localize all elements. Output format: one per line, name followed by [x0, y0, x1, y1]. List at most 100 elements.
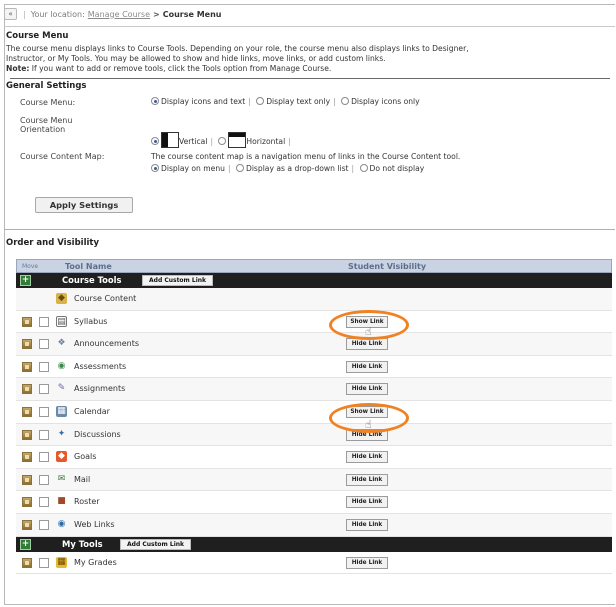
tool-name: Assignments [74, 384, 126, 394]
radio-display-on-menu[interactable] [151, 164, 159, 172]
expand-icon[interactable]: + [20, 275, 31, 286]
divider [10, 78, 610, 79]
hand-cursor-icon: ☝ [365, 418, 372, 431]
row-checkbox[interactable] [39, 474, 49, 485]
visibility-button[interactable]: Hide Link [346, 451, 388, 464]
breadcrumb-separator: | [23, 9, 26, 19]
drag-handle-icon[interactable] [22, 316, 32, 327]
horizontal-layout-icon [228, 132, 247, 148]
visibility-button[interactable]: Hide Link [346, 496, 388, 509]
course-menu-label: Course Menu: [20, 98, 76, 107]
tool-name: Web Links [74, 519, 115, 529]
section-title-course-menu: Course Menu [6, 31, 69, 41]
option-label: Display icons only [351, 97, 420, 106]
web-links-icon: ◉ [57, 518, 66, 529]
visibility-button[interactable]: Hide Link [346, 518, 388, 531]
radio-drop-down-list[interactable] [235, 164, 244, 172]
tool-name: My Grades [74, 557, 117, 567]
column-student-visibility: Student Visibility [348, 262, 427, 271]
row-checkbox[interactable] [39, 384, 49, 395]
visibility-button[interactable]: Hide Link [346, 360, 388, 373]
option-label: Display on menu [161, 164, 225, 173]
breadcrumb-link-manage-course[interactable]: Manage Course [88, 10, 150, 19]
goals-icon: ◆ [56, 451, 67, 463]
table-row: ✉ Mail Hide Link [16, 468, 612, 492]
row-checkbox[interactable] [39, 429, 49, 440]
table-row: ◉ Assessments Hide Link [16, 356, 612, 379]
course-menu-description: The course menu displays links to Course… [6, 44, 606, 74]
description-line-2: Instructor, or My Tools. You may be allo… [6, 54, 386, 63]
visibility-button[interactable]: Hide Link [346, 473, 388, 486]
visibility-button[interactable]: Hide Link [346, 383, 388, 396]
row-checkbox[interactable] [39, 452, 49, 463]
option-label: Display as a drop-down list [245, 164, 349, 173]
group-header-my-tools: + My Tools Add Custom Link [16, 536, 612, 552]
apply-settings-button[interactable]: Apply Settings [35, 197, 133, 213]
visibility-button[interactable]: Hide Link [346, 556, 388, 569]
orientation-label-line-2: Orientation [20, 125, 66, 134]
table-row: ❖ Announcements Hide Link [16, 333, 612, 356]
drag-handle-icon[interactable] [22, 519, 32, 530]
row-checkbox[interactable] [39, 316, 49, 327]
content-map-description: The course content map is a navigation m… [151, 152, 461, 161]
discussions-icon: ✦ [57, 428, 66, 439]
drag-handle-icon[interactable] [22, 452, 32, 463]
add-custom-link-button[interactable]: Add Custom Link [120, 538, 192, 550]
breadcrumb-current: Course Menu [162, 9, 222, 19]
expand-icon[interactable]: + [20, 538, 31, 550]
table-row: ◉ Web Links Hide Link [16, 513, 612, 537]
breadcrumb: « | Your location: Manage Course > Cours… [4, 7, 604, 21]
drag-handle-icon[interactable] [22, 406, 32, 417]
section-title-order-visibility: Order and Visibility [6, 238, 99, 248]
divider [4, 229, 615, 230]
table-row: ✎ Assignments Hide Link [16, 378, 612, 401]
tool-name: Mail [74, 474, 91, 484]
table-header: Move Tool Name Student Visibility [16, 259, 612, 273]
drag-handle-icon[interactable] [22, 429, 32, 440]
option-label: Display icons and text [161, 97, 246, 106]
table-row: ▦ My Grades Hide Link [16, 552, 612, 575]
row-checkbox[interactable] [39, 557, 49, 568]
drag-handle-icon[interactable] [22, 384, 32, 395]
row-checkbox[interactable] [39, 519, 49, 530]
column-tool-name: Tool Name [65, 262, 112, 271]
table-row: ▦ Calendar Show Link [16, 401, 612, 424]
back-button[interactable]: « [4, 8, 17, 20]
drag-handle-icon[interactable] [22, 361, 32, 372]
grades-icon: ▦ [56, 556, 67, 568]
tool-name: Assessments [74, 361, 127, 371]
tool-name: Calendar [74, 406, 110, 416]
row-checkbox[interactable] [39, 497, 49, 508]
tool-name: Announcements [74, 339, 140, 349]
content-map-options: Display on menu | Display as a drop-down … [151, 164, 424, 173]
tools-table: Move Tool Name Student Visibility + Cour… [16, 259, 612, 575]
roster-icon: ■ [57, 496, 66, 507]
group-name: My Tools [62, 538, 103, 549]
divider [4, 26, 615, 27]
drag-handle-icon[interactable] [22, 557, 32, 568]
note-text: If you want to add or remove tools, clic… [29, 64, 332, 73]
table-row: ✦ Discussions Hide Link [16, 423, 612, 447]
row-checkbox[interactable] [39, 406, 49, 417]
tool-name: Syllabus [74, 316, 108, 326]
row-checkbox[interactable] [39, 361, 49, 372]
radio-do-not-display[interactable] [359, 164, 368, 172]
add-custom-link-button[interactable]: Add Custom Link [142, 275, 214, 286]
breadcrumb-prefix: Your location: [30, 9, 85, 19]
drag-handle-icon[interactable] [22, 497, 32, 508]
calendar-icon: ▦ [56, 405, 67, 417]
radio-icons-and-text[interactable] [151, 97, 159, 105]
option-label: Horizontal [246, 137, 286, 146]
announcements-icon: ❖ [57, 338, 66, 349]
radio-icons-only[interactable] [341, 97, 350, 105]
radio-vertical[interactable] [151, 137, 159, 145]
drag-handle-icon[interactable] [22, 474, 32, 485]
mail-icon: ✉ [57, 473, 66, 484]
drag-handle-icon[interactable] [22, 339, 32, 350]
option-label: Do not display [369, 164, 425, 173]
radio-text-only[interactable] [256, 97, 265, 105]
option-label: Display text only [266, 97, 331, 106]
group-header-course-tools: + Course Tools Add Custom Link [16, 273, 612, 288]
radio-horizontal[interactable] [218, 137, 227, 145]
row-checkbox[interactable] [39, 339, 49, 350]
